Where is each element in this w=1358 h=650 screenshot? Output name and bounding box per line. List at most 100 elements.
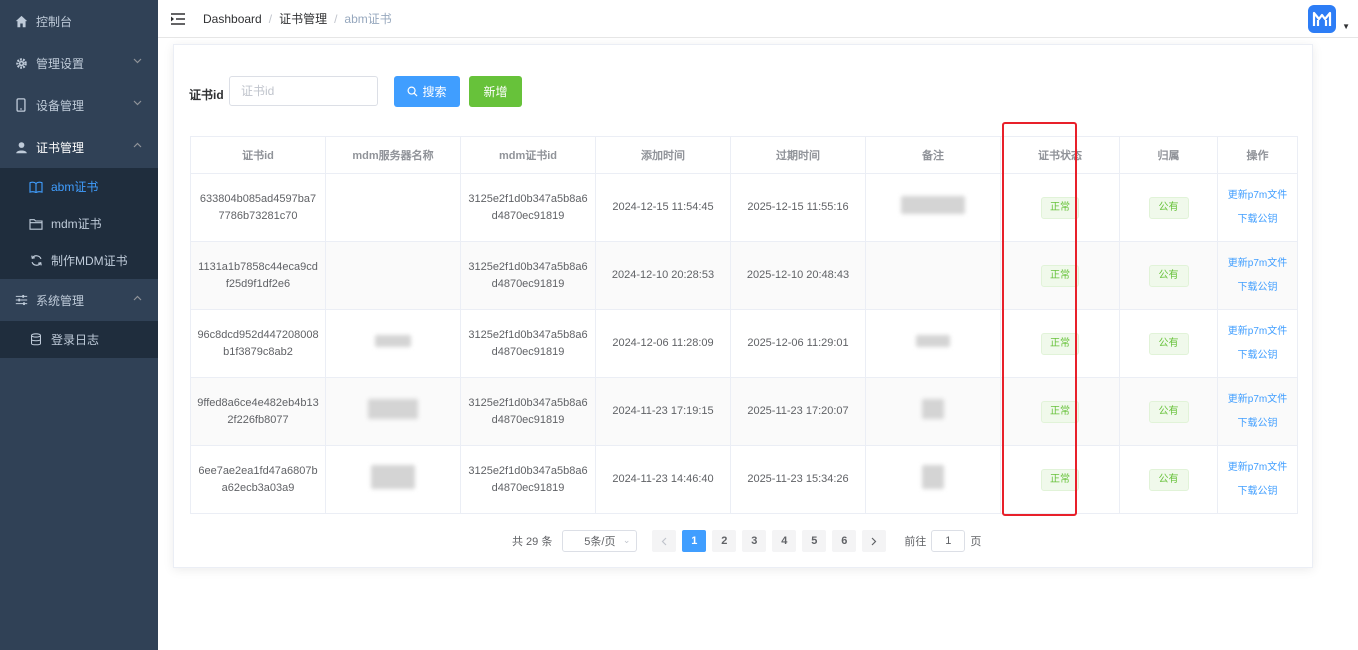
certificate-table: 证书id mdm服务器名称 mdm证书id 添加时间 过期时间 备注 证书状态 … bbox=[190, 136, 1298, 514]
cell-cert-id: 6ee7ae2ea1fd47a6807ba62ecb3a03a9 bbox=[190, 445, 326, 514]
page-button-6[interactable]: 6 bbox=[832, 530, 857, 552]
cell-expiry-time: 2025-12-06 11:29:01 bbox=[730, 309, 866, 378]
cell-actions: 更新p7m文件 下载公钥 bbox=[1217, 445, 1298, 514]
search-button-label: 搜索 bbox=[422, 85, 447, 99]
redacted-text bbox=[916, 334, 950, 347]
cell-actions: 更新p7m文件 下载公钥 bbox=[1217, 377, 1298, 446]
page-button-2[interactable]: 2 bbox=[712, 530, 737, 552]
caret-down-icon[interactable]: ▼ bbox=[1342, 22, 1350, 31]
download-public-key-link[interactable]: 下载公钥 bbox=[1224, 412, 1291, 436]
update-p7m-link[interactable]: 更新p7m文件 bbox=[1224, 184, 1291, 208]
cert-id-search-input[interactable] bbox=[229, 76, 378, 106]
owner-badge: 公有 bbox=[1148, 196, 1189, 219]
cell-remark bbox=[865, 241, 1001, 310]
sidebar-item-login-log[interactable]: 登录日志 bbox=[0, 321, 158, 358]
column-header-remark: 备注 bbox=[865, 136, 1001, 174]
cell-owner: 公有 bbox=[1119, 445, 1218, 514]
page-button-1[interactable]: 1 bbox=[682, 530, 707, 552]
cell-remark bbox=[865, 445, 1001, 514]
column-header-added-time: 添加时间 bbox=[595, 136, 731, 174]
owner-badge: 公有 bbox=[1148, 400, 1189, 423]
cell-cert-id: 1131a1b7858c44eca9cdf25d9f1df2e6 bbox=[190, 241, 326, 310]
sidebar-item-system-management[interactable]: 系统管理 bbox=[0, 279, 158, 321]
update-p7m-link[interactable]: 更新p7m文件 bbox=[1224, 320, 1291, 344]
prev-page-button[interactable] bbox=[652, 530, 677, 552]
avatar[interactable] bbox=[1308, 5, 1336, 33]
sidebar-item-dashboard[interactable]: 控制台 bbox=[0, 0, 158, 42]
column-header-actions: 操作 bbox=[1217, 136, 1298, 174]
book-icon bbox=[29, 180, 43, 194]
status-badge: 正常 bbox=[1041, 332, 1079, 355]
cell-cert-id: 96c8dcd952d447208008b1f3879c8ab2 bbox=[190, 309, 326, 378]
search-button[interactable]: 搜索 bbox=[394, 76, 460, 107]
page-button-5[interactable]: 5 bbox=[802, 530, 827, 552]
breadcrumb-separator: / bbox=[268, 12, 273, 26]
chevron-down-icon: ⌄ bbox=[622, 535, 631, 545]
table-header-row: 证书id mdm服务器名称 mdm证书id 添加时间 过期时间 备注 证书状态 … bbox=[190, 136, 1298, 174]
user-icon bbox=[14, 140, 28, 154]
chevron-left-icon bbox=[662, 537, 667, 545]
sidebar-item-device-management[interactable]: 设备管理 bbox=[0, 84, 158, 126]
update-p7m-link[interactable]: 更新p7m文件 bbox=[1224, 388, 1291, 412]
download-public-key-link[interactable]: 下载公钥 bbox=[1224, 480, 1291, 504]
table-row: 633804b085ad4597ba77786b73281c70 3125e2f… bbox=[190, 173, 1298, 242]
cell-expiry-time: 2025-12-15 11:55:16 bbox=[730, 173, 866, 242]
page-size-select[interactable]: 5条/页 ⌄ bbox=[562, 530, 638, 552]
page-button-4[interactable]: 4 bbox=[772, 530, 797, 552]
cell-cert-status: 正常 bbox=[1000, 445, 1120, 514]
breadcrumb-dashboard[interactable]: Dashboard bbox=[203, 12, 262, 26]
sidebar-item-certificate-management[interactable]: 证书管理 bbox=[0, 126, 158, 168]
sidebar-item-make-mdm-certificate[interactable]: 制作MDM证书 bbox=[0, 242, 158, 279]
download-public-key-link[interactable]: 下载公钥 bbox=[1224, 208, 1291, 232]
sidebar-item-mdm-certificate[interactable]: mdm证书 bbox=[0, 205, 158, 242]
database-icon bbox=[29, 333, 43, 347]
folder-icon bbox=[29, 217, 43, 231]
sidebar-item-abm-certificate[interactable]: abm证书 bbox=[0, 168, 158, 205]
hamburger-icon[interactable] bbox=[171, 12, 185, 25]
cell-owner: 公有 bbox=[1119, 377, 1218, 446]
status-badge: 正常 bbox=[1041, 264, 1079, 287]
status-badge: 正常 bbox=[1041, 196, 1079, 219]
page-button-3[interactable]: 3 bbox=[742, 530, 767, 552]
redacted-text bbox=[368, 398, 418, 419]
chevron-up-icon bbox=[133, 140, 142, 151]
cell-cert-status: 正常 bbox=[1000, 309, 1120, 378]
sidebar-item-management-settings[interactable]: 管理设置 bbox=[0, 42, 158, 84]
breadcrumb-separator: / bbox=[334, 12, 338, 26]
update-p7m-link[interactable]: 更新p7m文件 bbox=[1224, 456, 1291, 480]
chevron-right-icon bbox=[871, 537, 877, 545]
cell-actions: 更新p7m文件 下载公钥 bbox=[1217, 173, 1298, 242]
goto-page-input[interactable]: 1 bbox=[931, 530, 966, 552]
download-public-key-link[interactable]: 下载公钥 bbox=[1224, 344, 1291, 368]
next-page-button[interactable] bbox=[862, 530, 887, 552]
cell-actions: 更新p7m文件 下载公钥 bbox=[1217, 309, 1298, 378]
sidebar-item-label: 设备管理 bbox=[36, 98, 85, 113]
system-submenu: 登录日志 bbox=[0, 321, 158, 358]
cell-remark bbox=[865, 309, 1001, 378]
download-public-key-link[interactable]: 下载公钥 bbox=[1224, 276, 1291, 300]
update-p7m-link[interactable]: 更新p7m文件 bbox=[1224, 252, 1291, 276]
home-icon bbox=[14, 14, 28, 28]
page-size-value: 5条/页 bbox=[584, 536, 616, 548]
cell-mdm-cert-id: 3125e2f1d0b347a5b8a6d4870ec91819 bbox=[460, 173, 596, 242]
column-header-expiry-time: 过期时间 bbox=[730, 136, 866, 174]
cell-remark bbox=[865, 173, 1001, 242]
cell-expiry-time: 2025-11-23 17:20:07 bbox=[730, 377, 866, 446]
add-button[interactable]: 新增 bbox=[469, 76, 522, 107]
cell-mdm-server-name bbox=[325, 445, 461, 514]
breadcrumb-certificate-management[interactable]: 证书管理 bbox=[279, 12, 327, 26]
cell-added-time: 2024-11-23 14:46:40 bbox=[595, 445, 731, 514]
redacted-text bbox=[901, 195, 965, 214]
cell-added-time: 2024-12-15 11:54:45 bbox=[595, 173, 731, 242]
cell-added-time: 2024-11-23 17:19:15 bbox=[595, 377, 731, 446]
logo-icon bbox=[1312, 11, 1332, 26]
chevron-down-icon bbox=[133, 56, 142, 67]
table-row: 6ee7ae2ea1fd47a6807ba62ecb3a03a9 3125e2f… bbox=[190, 445, 1298, 514]
cell-cert-status: 正常 bbox=[1000, 377, 1120, 446]
cell-owner: 公有 bbox=[1119, 309, 1218, 378]
column-header-owner: 归属 bbox=[1119, 136, 1218, 174]
redacted-text bbox=[922, 464, 944, 489]
cell-owner: 公有 bbox=[1119, 173, 1218, 242]
sidebar: 控制台 管理设置 设备管理 证书管理 abm证书 mdm证书 制作MDM证书 系… bbox=[0, 0, 158, 650]
redacted-text bbox=[922, 398, 944, 419]
